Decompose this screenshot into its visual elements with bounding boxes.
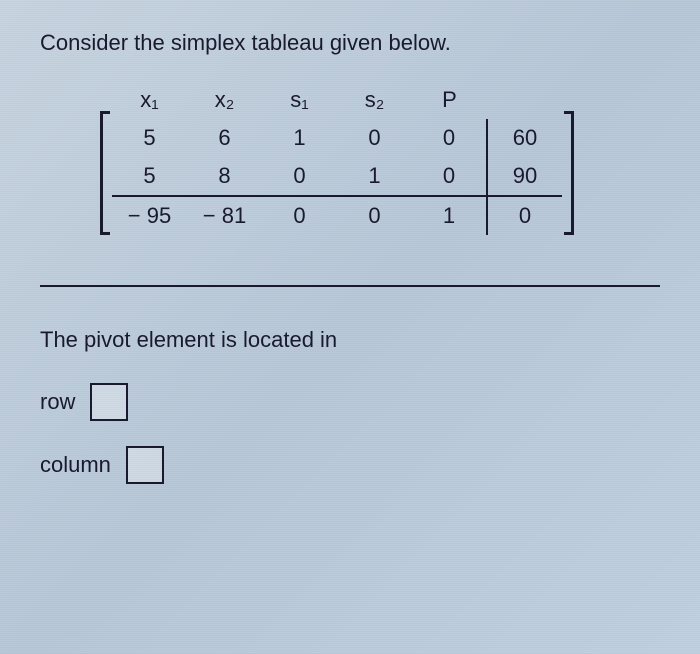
- cell: 1: [412, 196, 487, 235]
- cell: − 81: [187, 196, 262, 235]
- cell: 0: [337, 196, 412, 235]
- simplex-tableau: x₁ x₂ s₁ s₂ P 5 6 1 0 0 60 5 8 0 1 0: [100, 81, 660, 235]
- column-input[interactable]: [126, 446, 164, 484]
- cell: 8: [187, 157, 262, 196]
- cell-rhs: 60: [487, 119, 562, 157]
- cell: 0: [262, 157, 337, 196]
- row-input-group: row: [40, 383, 660, 421]
- cell: 6: [187, 119, 262, 157]
- cell: − 95: [112, 196, 187, 235]
- header-s1: s₁: [262, 81, 337, 119]
- question-text: Consider the simplex tableau given below…: [40, 30, 660, 56]
- table-row-objective: − 95 − 81 0 0 1 0: [112, 196, 562, 235]
- prompt-text: The pivot element is located in: [40, 327, 660, 353]
- tableau-header-row: x₁ x₂ s₁ s₂ P: [112, 81, 562, 119]
- header-s2: s₂: [337, 81, 412, 119]
- header-x1: x₁: [112, 81, 187, 119]
- row-label: row: [40, 389, 75, 415]
- section-divider: [40, 285, 660, 287]
- cell-rhs: 0: [487, 196, 562, 235]
- cell: 5: [112, 119, 187, 157]
- cell-rhs: 90: [487, 157, 562, 196]
- cell: 0: [412, 119, 487, 157]
- cell: 5: [112, 157, 187, 196]
- cell: 1: [337, 157, 412, 196]
- header-x2: x₂: [187, 81, 262, 119]
- header-p: P: [412, 81, 487, 119]
- cell: 0: [262, 196, 337, 235]
- cell: 0: [337, 119, 412, 157]
- tableau-table: x₁ x₂ s₁ s₂ P 5 6 1 0 0 60 5 8 0 1 0: [112, 81, 562, 235]
- column-label: column: [40, 452, 111, 478]
- column-input-group: column: [40, 446, 660, 484]
- cell: 1: [262, 119, 337, 157]
- header-rhs: [487, 81, 562, 119]
- row-input[interactable]: [90, 383, 128, 421]
- bracket-right: [562, 111, 574, 235]
- table-row: 5 6 1 0 0 60: [112, 119, 562, 157]
- table-row: 5 8 0 1 0 90: [112, 157, 562, 196]
- cell: 0: [412, 157, 487, 196]
- bracket-left: [100, 111, 112, 235]
